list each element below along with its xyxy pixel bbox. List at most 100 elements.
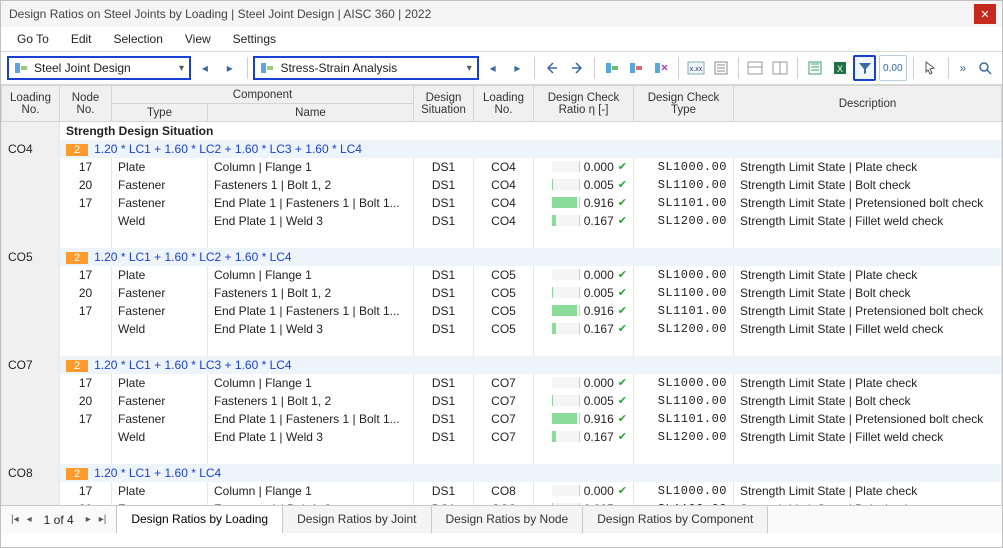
cell-node[interactable]: 17 [60,374,112,392]
cell-code[interactable]: SL1101.00 [634,410,734,428]
details-button[interactable] [710,55,732,81]
nav-next2-button[interactable]: ▸ [507,55,529,81]
cell-loading[interactable]: CO4 [2,140,60,158]
col-type[interactable]: Type [112,104,208,122]
cell-type[interactable]: Fastener [112,194,208,212]
cell-node[interactable]: 17 [60,482,112,500]
cell-ln[interactable]: CO5 [474,302,534,320]
cell-ln[interactable]: CO4 [474,212,534,230]
layout1-button[interactable] [744,55,766,81]
table-row[interactable]: 20FastenerFasteners 1 | Bolt 1, 2DS1CO80… [2,500,1002,506]
cell-ds[interactable]: DS1 [414,284,474,302]
cell-type[interactable]: Fastener [112,410,208,428]
cell-node[interactable]: 17 [60,302,112,320]
cell-ratio[interactable]: 0.000✔ [534,266,634,284]
cell-type[interactable]: Weld [112,320,208,338]
cell-ln[interactable]: CO7 [474,410,534,428]
cell-name[interactable]: Column | Flange 1 [208,266,414,284]
table-row[interactable] [2,446,1002,464]
cell-ratio[interactable]: 0.167✔ [534,428,634,446]
table-row[interactable]: WeldEnd Plate 1 | Weld 3DS1CO40.167✔SL12… [2,212,1002,230]
cell-code[interactable]: SL1101.00 [634,194,734,212]
cell-ds[interactable]: DS1 [414,176,474,194]
cell-ln[interactable]: CO7 [474,428,534,446]
cell-type[interactable]: Plate [112,266,208,284]
tab-design-ratios-by-component[interactable]: Design Ratios by Component [583,506,768,533]
cell-ds[interactable]: DS1 [414,374,474,392]
cell-node[interactable]: 20 [60,392,112,410]
result2-button[interactable] [625,55,647,81]
cell-code[interactable]: SL1100.00 [634,284,734,302]
back-button[interactable] [541,55,563,81]
col-loading-no2[interactable]: LoadingNo. [474,86,534,122]
combo-addon[interactable]: Steel Joint Design ▾ [7,56,191,80]
cell-name[interactable]: Fasteners 1 | Bolt 1, 2 [208,392,414,410]
cell-type[interactable]: Fastener [112,392,208,410]
find-button[interactable] [974,55,996,81]
cell-node[interactable]: 17 [60,410,112,428]
cell-type[interactable]: Fastener [112,176,208,194]
col-check-type[interactable]: Design CheckType [634,86,734,122]
cell-ds[interactable]: DS1 [414,302,474,320]
table-row[interactable] [2,230,1002,248]
cell-ln[interactable]: CO5 [474,266,534,284]
cell-type[interactable]: Plate [112,482,208,500]
cell-desc[interactable]: Strength Limit State | Plate check [734,158,1002,176]
cell-ln[interactable]: CO4 [474,176,534,194]
cell-ratio[interactable]: 0.005✔ [534,392,634,410]
cell-type[interactable]: Fastener [112,302,208,320]
cell-name[interactable]: End Plate 1 | Fasteners 1 | Bolt 1... [208,194,414,212]
cell-ds[interactable]: DS1 [414,266,474,284]
pointer-button[interactable] [920,55,942,81]
table-row[interactable]: WeldEnd Plate 1 | Weld 3DS1CO50.167✔SL12… [2,320,1002,338]
cell-ds[interactable]: DS1 [414,482,474,500]
cell-ln[interactable]: CO4 [474,158,534,176]
tab-design-ratios-by-joint[interactable]: Design Ratios by Joint [283,506,431,533]
cell-node[interactable]: 17 [60,266,112,284]
table-row[interactable]: 17FastenerEnd Plate 1 | Fasteners 1 | Bo… [2,410,1002,428]
nav-prev2-button[interactable]: ◂ [482,55,504,81]
cell-ln[interactable]: CO7 [474,374,534,392]
cell-node[interactable]: 20 [60,284,112,302]
cell-loading[interactable]: CO5 [2,248,60,266]
pager-first[interactable]: |◂ [9,514,21,525]
cell-desc[interactable]: Strength Limit State | Plate check [734,482,1002,500]
cell-node[interactable]: 20 [60,176,112,194]
cell-desc[interactable]: Strength Limit State | Bolt check [734,284,1002,302]
cell-ds[interactable]: DS1 [414,212,474,230]
cell-node[interactable]: 17 [60,194,112,212]
cell-node[interactable] [60,320,112,338]
cell-ratio[interactable]: 0.167✔ [534,212,634,230]
group-row[interactable]: CO521.20 * LC1 + 1.60 * LC2 + 1.60 * LC4 [2,248,1002,266]
cell-code[interactable]: SL1000.00 [634,374,734,392]
menu-settings[interactable]: Settings [227,30,282,48]
cell-name[interactable]: End Plate 1 | Fasteners 1 | Bolt 1... [208,410,414,428]
cell-code[interactable]: SL1000.00 [634,266,734,284]
cell-desc[interactable]: Strength Limit State | Plate check [734,266,1002,284]
result3-button[interactable] [650,55,672,81]
cell-ln[interactable]: CO7 [474,392,534,410]
col-node-no[interactable]: NodeNo. [60,86,112,122]
cell-name[interactable]: Fasteners 1 | Bolt 1, 2 [208,284,414,302]
cell-code[interactable]: SL1200.00 [634,212,734,230]
layout2-button[interactable] [769,55,791,81]
cell-name[interactable]: End Plate 1 | Weld 3 [208,320,414,338]
cell-ratio[interactable]: 0.000✔ [534,374,634,392]
cell-ratio[interactable]: 0.916✔ [534,302,634,320]
group-row[interactable]: CO821.20 * LC1 + 1.60 * LC4 [2,464,1002,482]
close-button[interactable]: ✕ [974,4,996,24]
cell-ln[interactable]: CO5 [474,284,534,302]
cell-ln[interactable]: CO8 [474,482,534,500]
table-row[interactable]: 20FastenerFasteners 1 | Bolt 1, 2DS1CO40… [2,176,1002,194]
cell-desc[interactable]: Strength Limit State | Pretensioned bolt… [734,194,1002,212]
cell-desc[interactable]: Strength Limit State | Pretensioned bolt… [734,302,1002,320]
cell-name[interactable]: Column | Flange 1 [208,482,414,500]
col-ratio[interactable]: Design CheckRatio η [-] [534,86,634,122]
cell-name[interactable]: Column | Flange 1 [208,158,414,176]
cell-name[interactable]: Column | Flange 1 [208,374,414,392]
filter-button[interactable] [853,55,875,81]
menu-edit[interactable]: Edit [65,30,98,48]
tab-design-ratios-by-loading[interactable]: Design Ratios by Loading [117,506,283,533]
cell-code[interactable]: SL1200.00 [634,320,734,338]
cell-ratio[interactable]: 0.000✔ [534,158,634,176]
